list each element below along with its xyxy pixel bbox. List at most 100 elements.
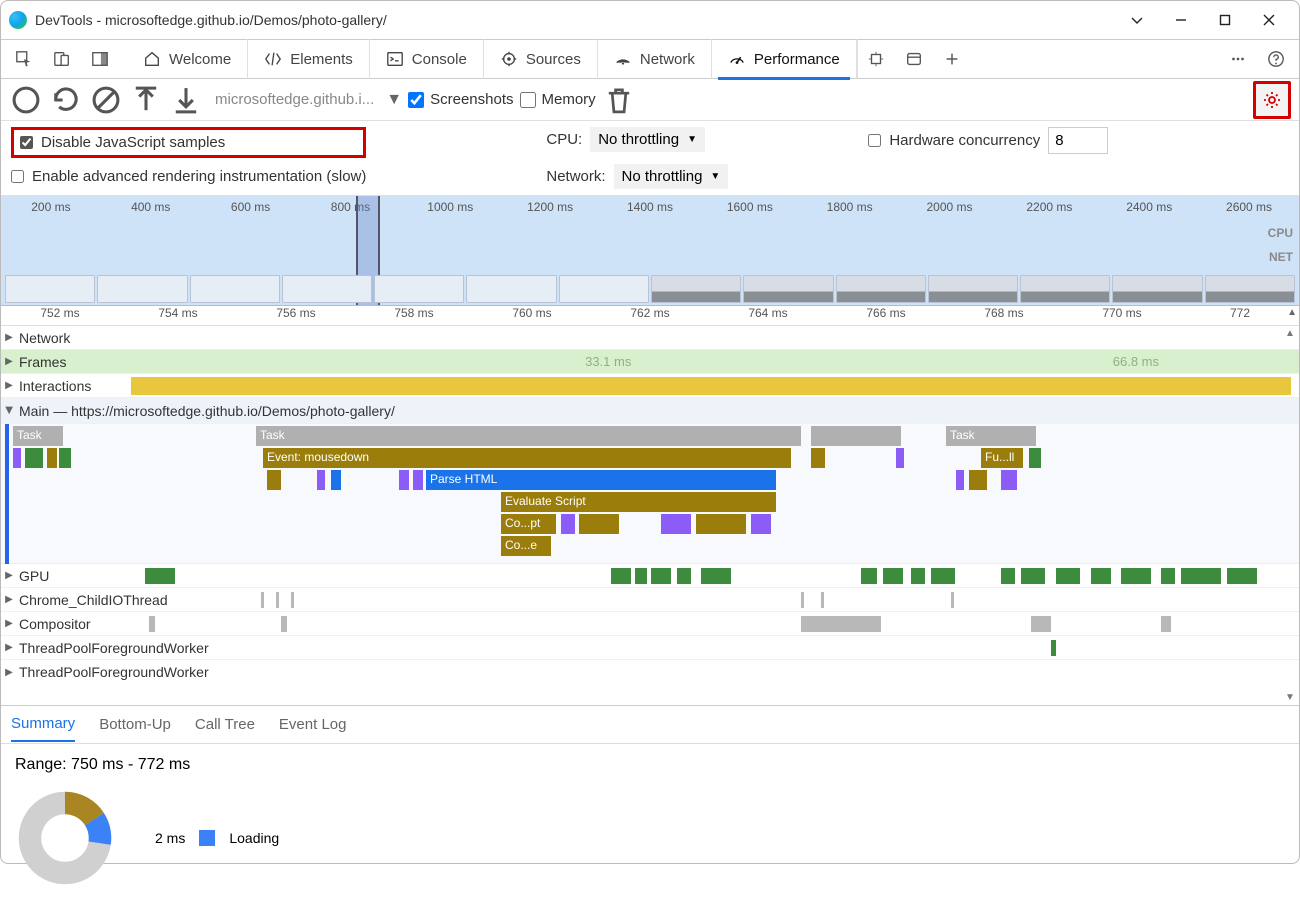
profile-dropdown-caret[interactable]: ▼: [386, 91, 402, 109]
hardware-concurrency-input[interactable]: [1048, 127, 1108, 154]
track-compositor[interactable]: ▶Compositor: [1, 612, 1299, 636]
main-flame-chart[interactable]: Task Task Event: mousedown Parse HTML Ev…: [1, 424, 1299, 564]
track-chrome-io[interactable]: ▶Chrome_ChildIOThread: [1, 588, 1299, 612]
legend-time: 2 ms: [155, 830, 185, 846]
disable-js-samples-checkbox[interactable]: Disable JavaScript samples: [11, 127, 366, 158]
performance-toolbar: microsoftedge.github.i... ▼ Screenshots …: [1, 79, 1299, 121]
tab-console[interactable]: Console: [370, 39, 484, 79]
flame-bar[interactable]: [561, 514, 575, 534]
track-main[interactable]: ▶Main — https://microsoftedge.github.io/…: [1, 398, 1299, 424]
scroll-indicator-bottom[interactable]: ▼: [1283, 692, 1297, 703]
tab-bottom-up[interactable]: Bottom-Up: [99, 708, 171, 741]
frame-duration: 33.1 ms: [585, 354, 631, 369]
flame-task[interactable]: Task: [256, 426, 801, 446]
profile-url[interactable]: microsoftedge.github.i...: [209, 91, 380, 108]
tab-sources[interactable]: Sources: [484, 39, 598, 79]
flame-bar[interactable]: [811, 448, 825, 468]
app-favicon: [9, 11, 27, 29]
flame-bar[interactable]: [696, 514, 746, 534]
minimize-button[interactable]: [1159, 5, 1203, 35]
track-interactions[interactable]: ▶Interactions: [1, 374, 1299, 398]
clear-button[interactable]: [89, 83, 123, 117]
flame-evaluate-script[interactable]: Evaluate Script: [501, 492, 776, 512]
more-icon[interactable]: [1219, 40, 1257, 78]
flame-bar[interactable]: [267, 470, 281, 490]
legend-label: Loading: [229, 830, 279, 846]
scroll-up-icon[interactable]: ▲: [1287, 307, 1297, 318]
device-toggle-icon[interactable]: [43, 40, 81, 78]
cpu-throttle-select[interactable]: No throttling▼: [590, 127, 705, 152]
tab-summary[interactable]: Summary: [11, 707, 75, 742]
screenshots-checkbox[interactable]: Screenshots: [408, 91, 513, 108]
track-gpu[interactable]: ▶GPU: [1, 564, 1299, 588]
dock-icon[interactable]: [81, 40, 119, 78]
memory-chip-icon[interactable]: [857, 40, 895, 78]
maximize-button[interactable]: [1203, 5, 1247, 35]
flame-event-mousedown[interactable]: Event: mousedown: [263, 448, 791, 468]
tab-event-log[interactable]: Event Log: [279, 708, 347, 741]
upload-button[interactable]: [129, 83, 163, 117]
overview-ticks: 200 ms400 ms600 ms800 ms1000 ms1200 ms14…: [1, 200, 1299, 214]
flame-bar[interactable]: [579, 514, 619, 534]
flame-bar[interactable]: [661, 514, 691, 534]
flame-task[interactable]: Task: [13, 426, 63, 446]
flame-bar[interactable]: [25, 448, 43, 468]
memory-checkbox[interactable]: Memory: [520, 91, 596, 108]
track-frames[interactable]: ▶Frames 33.1 ms 66.8 ms: [1, 350, 1299, 374]
flame-bar[interactable]: [751, 514, 771, 534]
flame-bar[interactable]: [413, 470, 423, 490]
trash-button[interactable]: [602, 83, 636, 117]
flame-bar[interactable]: [1001, 470, 1017, 490]
flame-bar[interactable]: [13, 448, 21, 468]
capture-settings-button[interactable]: [1253, 81, 1291, 119]
flame-chart-tracks[interactable]: ▶Network ▶Frames 33.1 ms 66.8 ms ▶Intera…: [1, 326, 1299, 706]
flame-bar[interactable]: [47, 448, 57, 468]
add-tab-icon[interactable]: [933, 40, 971, 78]
enable-advanced-rendering-checkbox[interactable]: Enable advanced rendering instrumentatio…: [11, 168, 366, 185]
track-network[interactable]: ▶Network: [1, 326, 1299, 350]
tab-welcome[interactable]: Welcome: [127, 39, 248, 79]
flame-bar[interactable]: [59, 448, 71, 468]
details-tabs: Summary Bottom-Up Call Tree Event Log: [1, 706, 1299, 744]
tab-label: Network: [640, 51, 695, 68]
tab-network[interactable]: Network: [598, 39, 712, 79]
hardware-concurrency-checkbox[interactable]: Hardware concurrency: [868, 132, 1040, 149]
flame-bar[interactable]: [317, 470, 325, 490]
download-button[interactable]: [169, 83, 203, 117]
flame-full[interactable]: Fu...ll: [981, 448, 1023, 468]
flame-bar[interactable]: [896, 448, 904, 468]
tab-call-tree[interactable]: Call Tree: [195, 708, 255, 741]
inspect-icon[interactable]: [5, 40, 43, 78]
flame-task[interactable]: Task: [946, 426, 1036, 446]
track-threadpool-2[interactable]: ▶ThreadPoolForegroundWorker: [1, 660, 1299, 684]
cpu-label: CPU:: [546, 131, 582, 148]
flame-bar[interactable]: [969, 470, 987, 490]
application-icon[interactable]: [895, 40, 933, 78]
track-threadpool-1[interactable]: ▶ThreadPoolForegroundWorker: [1, 636, 1299, 660]
detail-ruler[interactable]: 752 ms754 ms756 ms758 ms760 ms762 ms764 …: [1, 306, 1299, 326]
capture-settings-panel: Disable JavaScript samples Enable advanc…: [1, 121, 1299, 196]
chevron-down-icon[interactable]: [1115, 5, 1159, 35]
record-button[interactable]: [9, 83, 43, 117]
network-throttle-select[interactable]: No throttling▼: [614, 164, 729, 189]
flame-compile[interactable]: Co...pt: [501, 514, 556, 534]
flame-bar[interactable]: [811, 426, 901, 446]
window-titlebar: DevTools - microsoftedge.github.io/Demos…: [1, 1, 1299, 39]
reload-record-button[interactable]: [49, 83, 83, 117]
overview-cpu-label: CPU: [1268, 226, 1293, 240]
flame-bar[interactable]: [331, 470, 341, 490]
scroll-indicator-top[interactable]: ▲: [1283, 328, 1297, 339]
flame-bar[interactable]: [956, 470, 964, 490]
help-icon[interactable]: [1257, 40, 1295, 78]
flame-code[interactable]: Co...e: [501, 536, 551, 556]
flame-parse-html[interactable]: Parse HTML: [426, 470, 776, 490]
overview-timeline[interactable]: 200 ms400 ms600 ms800 ms1000 ms1200 ms14…: [1, 196, 1299, 306]
tab-label: Elements: [290, 51, 353, 68]
tab-performance[interactable]: Performance: [712, 39, 857, 79]
screenshot-filmstrip: [1, 275, 1299, 303]
legend-swatch-loading: [199, 830, 215, 846]
flame-bar[interactable]: [1029, 448, 1041, 468]
tab-elements[interactable]: Elements: [248, 39, 370, 79]
close-button[interactable]: [1247, 5, 1291, 35]
flame-bar[interactable]: [399, 470, 409, 490]
